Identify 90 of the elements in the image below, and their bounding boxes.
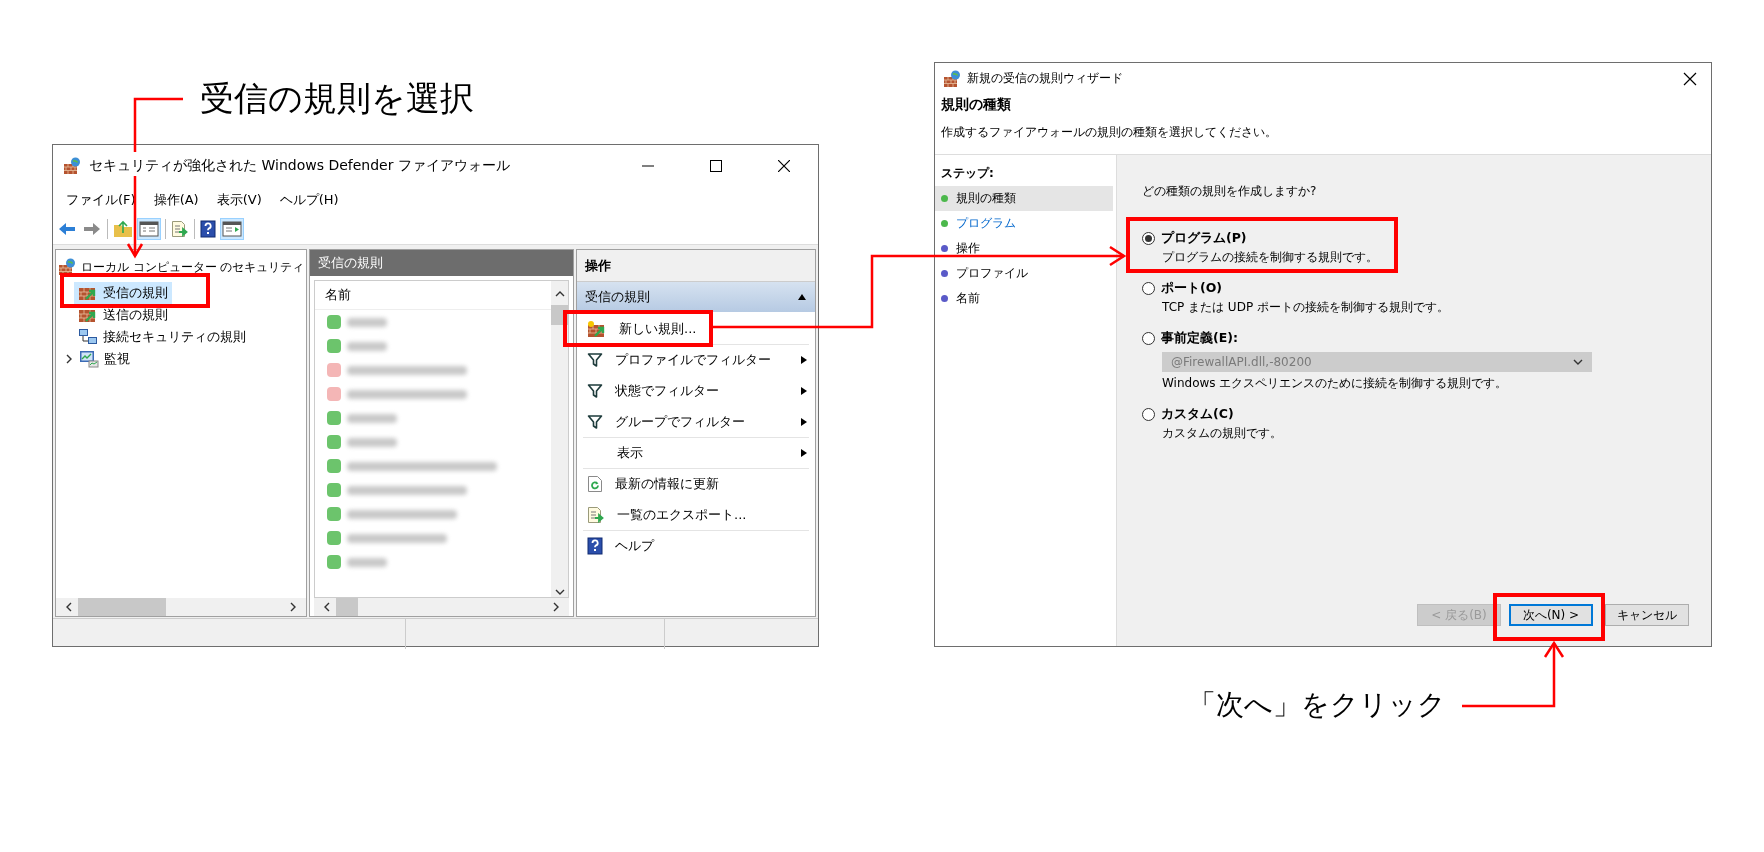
window-title: セキュリティが強化された Windows Defender ファイアウォール: [89, 156, 511, 175]
page-subtitle: 作成するファイアウォールの規則の種類を選択してください。: [941, 125, 1277, 139]
chevron-down-icon: [1573, 357, 1583, 367]
scroll-right-icon[interactable]: [288, 602, 298, 612]
filter-icon: [587, 414, 603, 430]
forward-arrow-icon[interactable]: [82, 220, 102, 238]
firewall-icon: [943, 69, 961, 88]
dropdown: @FirewallAPI.dll,-80200: [1162, 352, 1592, 372]
option-label[interactable]: カスタム(C): [1161, 406, 1234, 423]
scroll-up-icon[interactable]: [554, 289, 565, 299]
dialog-button[interactable]: キャンセル: [1605, 604, 1689, 626]
menu-item[interactable]: ヘルプ(H): [270, 189, 348, 211]
network-computer-icon: [78, 328, 98, 346]
radio-button[interactable]: [1142, 232, 1155, 245]
horizontal-scrollbar[interactable]: [56, 598, 306, 616]
pane-header: 操作: [577, 250, 815, 282]
scroll-down-icon[interactable]: [554, 587, 565, 597]
filter-icon: [587, 352, 603, 368]
help-icon: [587, 537, 603, 555]
menu-item[interactable]: 表示(V): [207, 189, 271, 211]
step-link[interactable]: プログラム: [956, 215, 1016, 232]
maximize-icon[interactable]: [710, 159, 722, 172]
tree-item[interactable]: 監視: [74, 348, 134, 370]
refresh-icon: [587, 475, 603, 493]
tree-item[interactable]: ローカル コンピューター のセキュリティ: [56, 256, 306, 278]
option-description: プログラムの接続を制御する規則です。: [1162, 249, 1379, 266]
step-label: 操作: [956, 240, 980, 257]
step-item[interactable]: 操作: [935, 236, 1113, 261]
action-item[interactable]: ヘルプ: [583, 531, 809, 562]
close-icon[interactable]: [778, 159, 790, 172]
console-tree-icon[interactable]: [138, 219, 160, 239]
help-icon: [200, 220, 216, 238]
vertical-scrollbar[interactable]: [551, 281, 568, 597]
close-icon[interactable]: [1683, 71, 1697, 86]
menu-item[interactable]: ファイル(F): [57, 189, 145, 211]
export-list-icon: [171, 220, 189, 238]
step-label: プロファイル: [956, 265, 1028, 282]
window-title: 新規の受信の規則ウィザード: [967, 70, 1124, 87]
option-label[interactable]: プログラム(P): [1161, 230, 1247, 247]
scroll-left-icon[interactable]: [64, 602, 74, 612]
action-item[interactable]: グループでフィルター: [583, 407, 809, 438]
step-item[interactable]: 規則の種類: [935, 186, 1113, 211]
firewall-rule-icon: [78, 285, 98, 301]
steps-label: ステップ:: [940, 165, 995, 182]
tree-item[interactable]: 送信の規則: [74, 304, 172, 326]
action-pane-icon[interactable]: [221, 219, 243, 239]
option-description: カスタムの規則です。: [1162, 425, 1283, 442]
new-rule-icon: [587, 320, 607, 338]
firewall-rule-icon: [78, 307, 98, 323]
action-item[interactable]: 新しい規則...: [583, 314, 809, 345]
firewall-icon: [58, 258, 76, 276]
option-description: Windows エクスペリエンスのために接続を制御する規則です。: [1162, 375, 1509, 392]
scroll-left-icon[interactable]: [322, 602, 332, 612]
firewall-icon: [63, 156, 81, 175]
menu-item[interactable]: 操作(A): [144, 189, 208, 211]
step-item[interactable]: プロファイル: [935, 261, 1113, 286]
radio-button[interactable]: [1142, 332, 1155, 345]
step-label: 名前: [956, 290, 980, 307]
option-label[interactable]: 事前定義(E):: [1161, 330, 1238, 347]
callout-text: 受信の規則を選択: [200, 77, 474, 120]
option-label[interactable]: ポート(O): [1161, 280, 1223, 297]
back-arrow-icon[interactable]: [57, 220, 77, 238]
horizontal-scrollbar[interactable]: [314, 598, 569, 616]
radio-button[interactable]: [1142, 282, 1155, 295]
scrollbar-thumb[interactable]: [336, 598, 358, 616]
page-heading: 規則の種類: [941, 96, 1012, 114]
monitor-icon: [79, 350, 99, 368]
dialog-button[interactable]: 次へ(N) >: [1509, 604, 1593, 626]
action-item[interactable]: プロファイルでフィルター: [583, 345, 809, 376]
step-label: 規則の種類: [956, 190, 1016, 207]
pane-header: 受信の規則: [310, 250, 573, 276]
option-description: TCP または UDP ポートの接続を制御する規則です。: [1162, 299, 1450, 316]
action-item[interactable]: 最新の情報に更新: [583, 469, 809, 500]
tree-item[interactable]: 接続セキュリティの規則: [74, 326, 250, 348]
section-header[interactable]: 受信の規則: [577, 282, 815, 312]
action-item[interactable]: 一覧のエクスポート...: [583, 500, 809, 531]
export-icon: [587, 506, 605, 524]
step-item[interactable]: 名前: [935, 286, 1113, 311]
tree-item[interactable]: 受信の規則: [74, 282, 172, 304]
radio-button[interactable]: [1142, 408, 1155, 421]
action-item[interactable]: 状態でフィルター: [583, 376, 809, 407]
chevron-right-icon[interactable]: [64, 354, 74, 364]
filter-icon: [587, 383, 603, 399]
scroll-right-icon[interactable]: [551, 602, 561, 612]
folder-up-icon[interactable]: [113, 220, 133, 238]
question-text: どの種類の規則を作成しますか?: [1142, 183, 1318, 200]
scrollbar-thumb[interactable]: [78, 598, 166, 616]
step-item[interactable]: プログラム: [935, 211, 1113, 236]
action-item[interactable]: 表示: [583, 438, 809, 469]
callout-text: 「次へ」をクリック: [1188, 687, 1446, 723]
